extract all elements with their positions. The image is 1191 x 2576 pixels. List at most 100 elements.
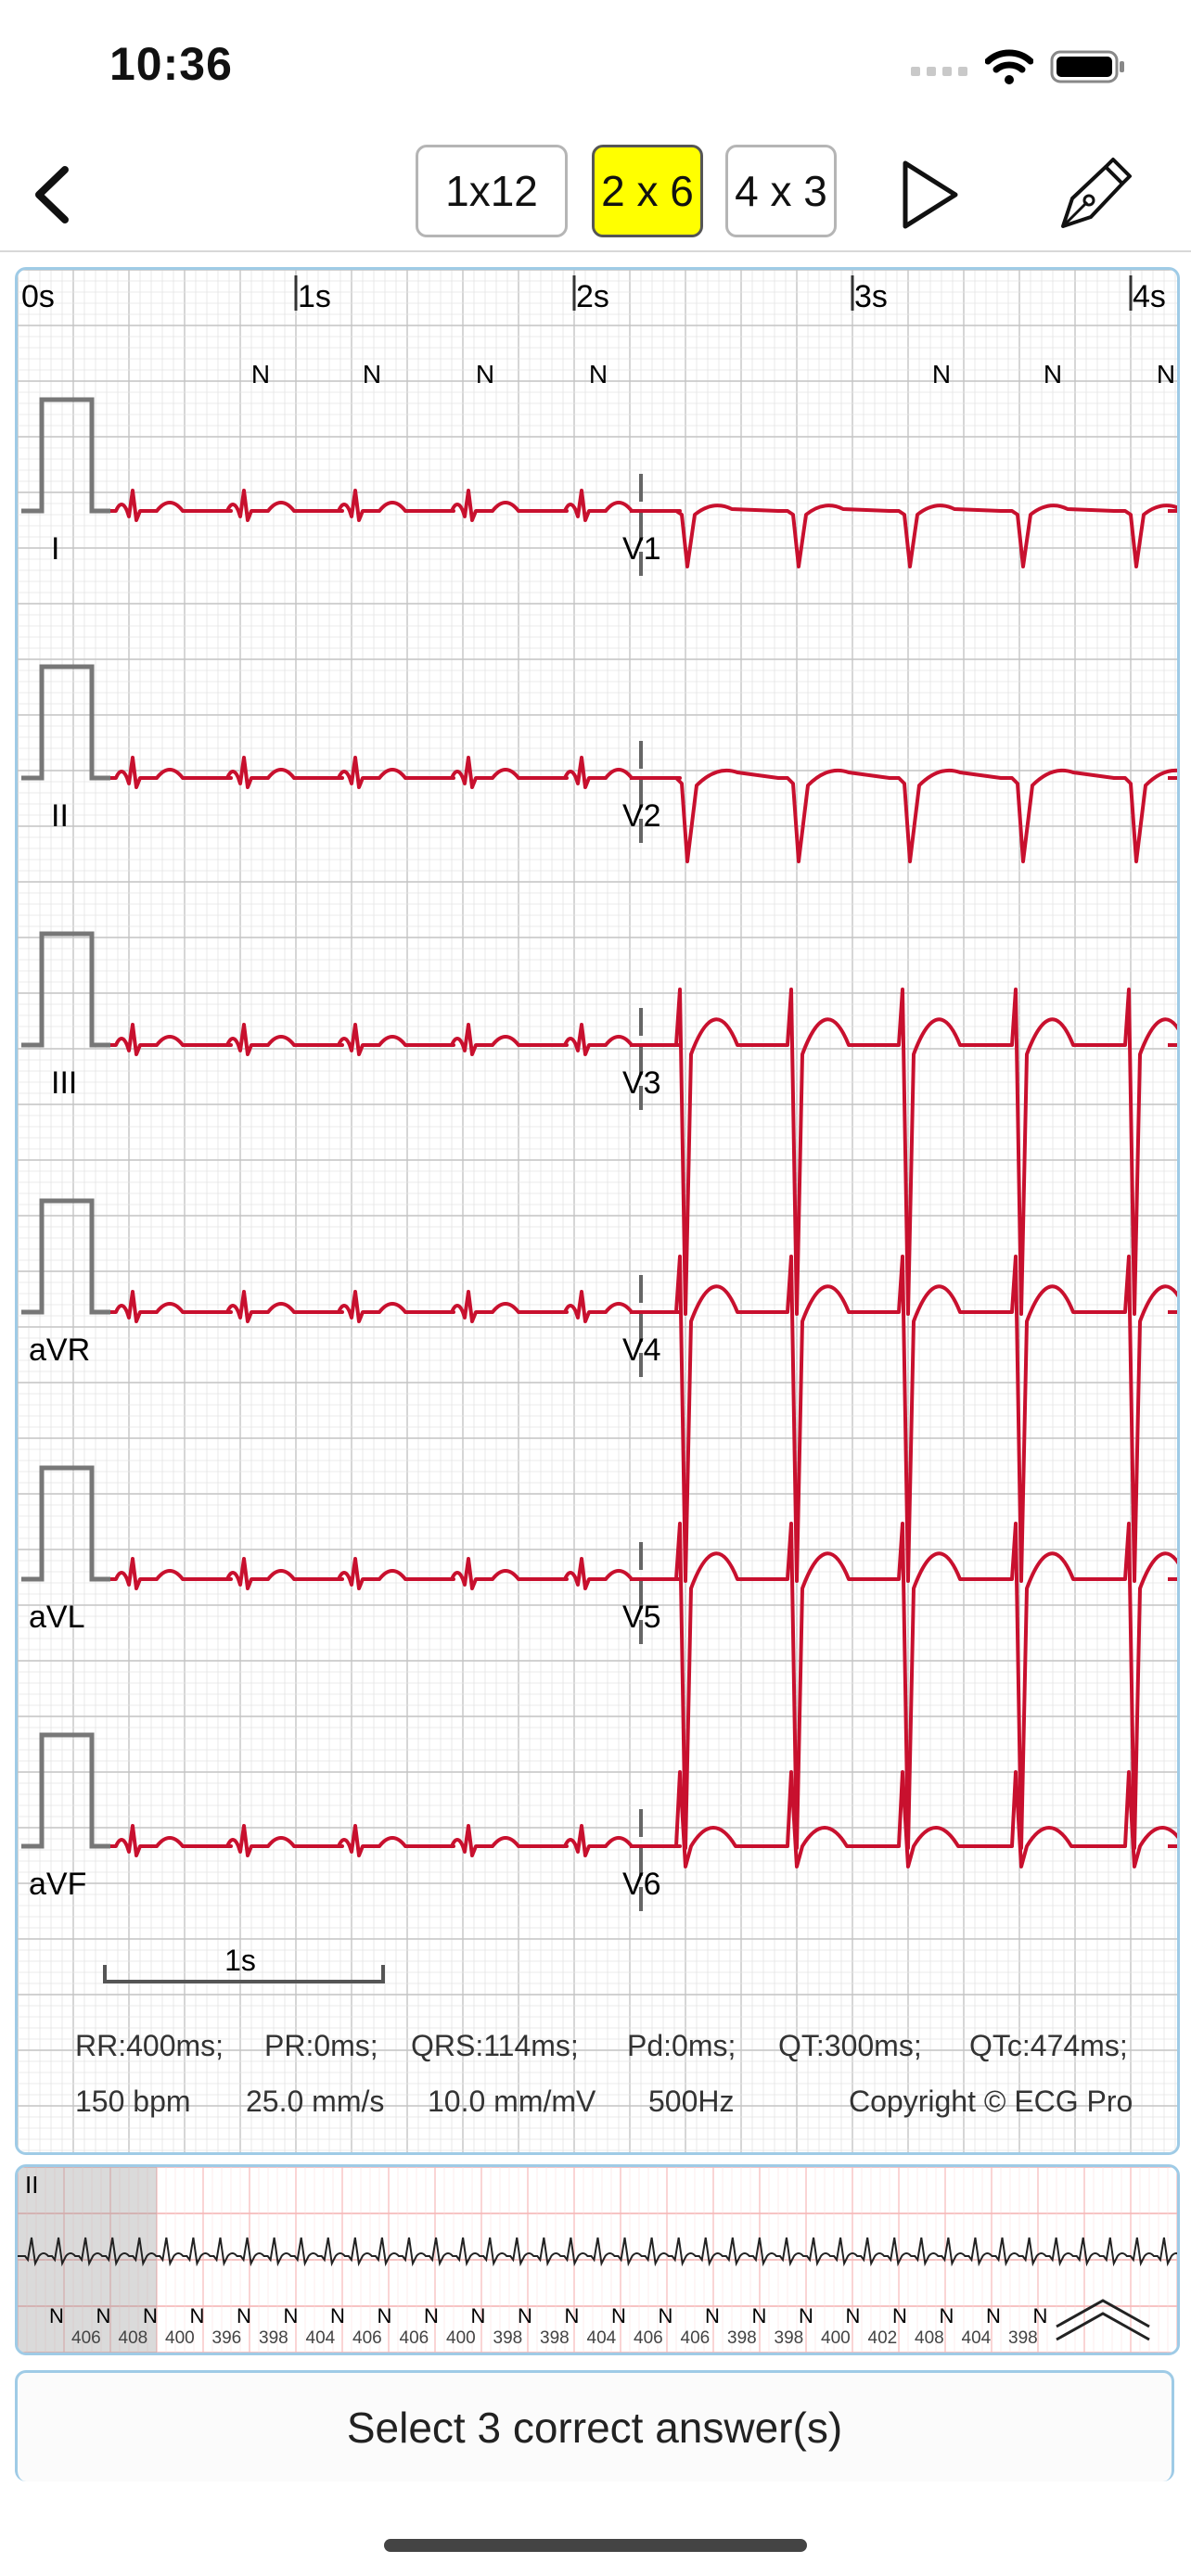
rhythm-beat-marker: N [1033,2304,1048,2327]
rr-interval: 408 [915,2328,944,2348]
lead-label-avf: aVF [29,1867,86,1902]
rhythm-beat-marker: N [378,2304,392,2327]
lead-label-avl: aVL [29,1600,85,1635]
sample-rate: 500Hz [648,2085,735,2118]
rhythm-beat-marker: N [940,2304,954,2327]
copyright: Copyright © ECG Pro [849,2085,1133,2118]
beat-marker: N [251,360,270,389]
rhythm-beat-marker: N [96,2304,111,2327]
rr-interval: 398 [1008,2328,1038,2348]
rr-interval: 398 [493,2328,523,2348]
pr-measure: PR:0ms; [264,2029,378,2062]
beat-marker: N [932,360,951,389]
lead-label-iii: III [51,1065,77,1101]
question-prompt[interactable]: Select 3 correct answer(s) [15,2370,1174,2481]
time-label-0s: 0s [21,279,55,314]
lead-label-avr: aVR [29,1333,90,1368]
rhythm-beat-marker: N [611,2304,626,2327]
rr-interval: 406 [400,2328,429,2348]
rhythm-beat-marker: N [471,2304,486,2327]
lead-label-v6: V6 [622,1867,661,1902]
rr-interval: 402 [868,2328,898,2348]
rr-interval: 400 [821,2328,851,2348]
wifi-icon [985,49,1033,84]
back-chevron-icon[interactable] [26,162,82,227]
play-icon[interactable] [898,158,963,232]
rr-interval: 406 [681,2328,711,2348]
rr-interval: 398 [727,2328,757,2348]
rr-interval: 396 [212,2328,242,2348]
battery-icon [1050,50,1124,83]
beat-marker: N [363,360,381,389]
status-time: 10:36 [109,38,233,90]
rr-interval: 404 [306,2328,336,2348]
rhythm-lead-label: II [25,2171,38,2199]
lead-label-v5: V5 [622,1600,661,1635]
beat-marker: N [1044,360,1062,389]
scale-bar-label: 1s [224,1944,256,1977]
rhythm-grid: II N N N N N N N N N N N N N N N N N N N N N N 406 408 400 396 39… [18,2167,1177,2353]
rhythm-beat-marker: N [518,2304,532,2327]
beat-marker: N [476,360,494,389]
toolbar: 1x12 2 x 6 4 x 3 [0,130,1191,252]
rr-interval: 404 [587,2328,617,2348]
time-label-2s: 2s [576,279,609,314]
rr-interval: 398 [259,2328,288,2348]
paper-speed: 25.0 mm/s [246,2085,384,2118]
rhythm-beat-marker: N [846,2304,861,2327]
rr-interval: 398 [775,2328,804,2348]
rhythm-strip[interactable]: II N N N N N N N N N N N N N N N N N N N N N N 406 408 400 396 39… [15,2164,1180,2355]
lead-label-v4: V4 [622,1333,661,1368]
rr-interval: 406 [634,2328,663,2348]
rhythm-beat-marker: N [237,2304,251,2327]
lead-label-i: I [51,531,59,567]
qrs-measure: QRS:114ms; [411,2029,579,2062]
rhythm-beat-marker: N [799,2304,813,2327]
lead-label-v1: V1 [622,531,661,567]
rhythm-beat-marker: N [284,2304,299,2327]
pen-icon[interactable] [1052,152,1135,236]
beat-marker: N [1157,360,1175,389]
gain-setting: 10.0 mm/mV [428,2085,596,2118]
rhythm-beat-marker: N [330,2304,345,2327]
rhythm-beat-marker: N [190,2304,205,2327]
home-indicator[interactable] [384,2539,807,2552]
rr-interval: 400 [446,2328,476,2348]
calibration-pulse [21,664,110,781]
heart-rate: 150 bpm [75,2085,191,2118]
pd-measure: Pd:0ms; [627,2029,736,2062]
time-label-3s: 3s [854,279,888,314]
scale-bar: 1s [103,1944,385,1983]
calibration-pulse [21,1465,110,1582]
lead-label-v3: V3 [622,1065,661,1101]
rhythm-beat-marker: N [424,2304,439,2327]
calibration-pulse [21,1198,110,1315]
rhythm-beat-marker: N [986,2304,1001,2327]
rr-measure: RR:400ms; [75,2029,224,2062]
layout-1x12-button[interactable]: 1x12 [416,145,568,237]
lead-label-v2: V2 [622,798,661,834]
rr-interval: 406 [352,2328,382,2348]
status-icons [911,46,1126,87]
ecg-12-lead-panel[interactable]: 0s 1s 2s 3s 4s NNNNNNNN IV1IIV2IIIV3aVRV… [15,267,1180,2155]
rr-interval: 404 [962,2328,992,2348]
layout-2x6-button[interactable]: 2 x 6 [592,145,703,237]
beat-marker: N [589,360,608,389]
rhythm-beat-marker: N [752,2304,767,2327]
cellular-signal-icon [911,67,967,76]
lead-label-ii: II [51,798,69,834]
rr-interval: 406 [71,2328,101,2348]
qt-measure: QT:300ms; [778,2029,922,2062]
rr-interval: 408 [119,2328,148,2348]
status-bar: 10:36 [0,0,1191,130]
rhythm-beat-marker: N [565,2304,580,2327]
rhythm-beat-marker: N [659,2304,673,2327]
calibration-pulse [21,931,110,1048]
rhythm-beat-marker: N [892,2304,907,2327]
ecg-grid: 0s 1s 2s 3s 4s NNNNNNNN IV1IIV2IIIV3aVRV… [18,270,1177,2152]
time-label-1s: 1s [298,279,331,314]
qtc-measure: QTc:474ms; [969,2029,1128,2062]
rr-interval: 398 [540,2328,570,2348]
layout-4x3-button[interactable]: 4 x 3 [725,145,837,237]
rhythm-beat-marker: N [705,2304,720,2327]
